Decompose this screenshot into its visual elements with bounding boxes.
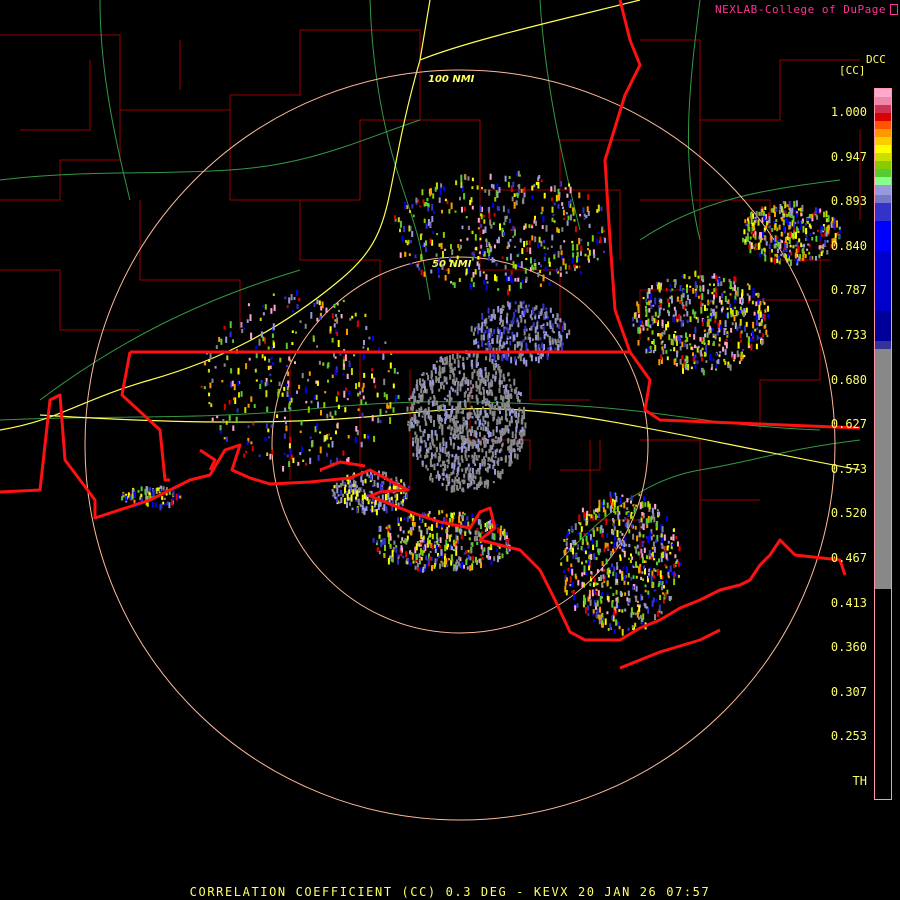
scale-tick-label: 1.000 bbox=[830, 105, 867, 119]
scale-tick-label: 0.893 bbox=[830, 194, 867, 209]
scale-tick-label: 0.520 bbox=[830, 506, 867, 521]
scale-swatch bbox=[875, 311, 891, 341]
scale-tick-label: 0.467 bbox=[830, 551, 867, 565]
scale-swatch bbox=[875, 349, 891, 589]
range-ring-100 bbox=[84, 69, 836, 821]
scale-swatch bbox=[875, 221, 891, 251]
scale-tick-label: 0.680 bbox=[830, 372, 867, 387]
credit-text: NEXLAB-College of DuPage bbox=[715, 3, 886, 16]
scale-tick-label: 0.360 bbox=[830, 640, 867, 655]
scale-tick-label: 0.733 bbox=[830, 328, 867, 342]
range-rings bbox=[84, 69, 836, 821]
scale-swatch bbox=[875, 129, 891, 137]
color-scale-bar bbox=[874, 88, 892, 800]
scale-swatch bbox=[875, 185, 891, 195]
scale-swatch bbox=[875, 195, 891, 203]
scale-swatch bbox=[875, 169, 891, 177]
scale-swatch bbox=[875, 105, 891, 113]
scale-tick-label: TH bbox=[852, 774, 867, 788]
scale-swatch bbox=[875, 121, 891, 129]
radar-map: 100 NMI 50 NMI bbox=[0, 0, 861, 821]
range-ring-100-label: 100 NMI bbox=[428, 74, 475, 85]
scale-tick-label: 0.413 bbox=[830, 595, 867, 610]
scale-tick-label: 0.627 bbox=[830, 417, 867, 432]
credit-box-icon bbox=[890, 4, 898, 15]
scale-swatch bbox=[875, 145, 891, 153]
scale-swatch bbox=[875, 161, 891, 169]
scale-swatch bbox=[875, 89, 891, 97]
scale-swatch bbox=[875, 203, 891, 221]
scale-tick-label: 0.253 bbox=[830, 729, 867, 744]
product-caption: CORRELATION COEFFICIENT (CC) 0.3 DEG - K… bbox=[189, 885, 711, 899]
scale-swatch bbox=[875, 341, 891, 349]
product-label: [CC] bbox=[839, 64, 866, 77]
scale-tick-label: 0.947 bbox=[830, 149, 867, 164]
scale-tick-label: 0.787 bbox=[830, 283, 867, 298]
scale-swatch bbox=[875, 251, 891, 311]
scale-tick-label: 0.573 bbox=[830, 461, 867, 476]
scale-swatch bbox=[875, 589, 891, 601]
scale-swatch bbox=[875, 137, 891, 145]
radar-echoes bbox=[121, 170, 841, 636]
scale-swatch bbox=[875, 113, 891, 121]
scale-tick-label: 0.307 bbox=[830, 684, 867, 699]
scale-swatch bbox=[875, 177, 891, 185]
station-label: DCC bbox=[866, 53, 886, 66]
state-borders bbox=[0, 0, 861, 670]
scale-swatch bbox=[875, 97, 891, 105]
scale-swatch bbox=[875, 153, 891, 161]
scale-tick-label: 0.840 bbox=[830, 238, 867, 253]
